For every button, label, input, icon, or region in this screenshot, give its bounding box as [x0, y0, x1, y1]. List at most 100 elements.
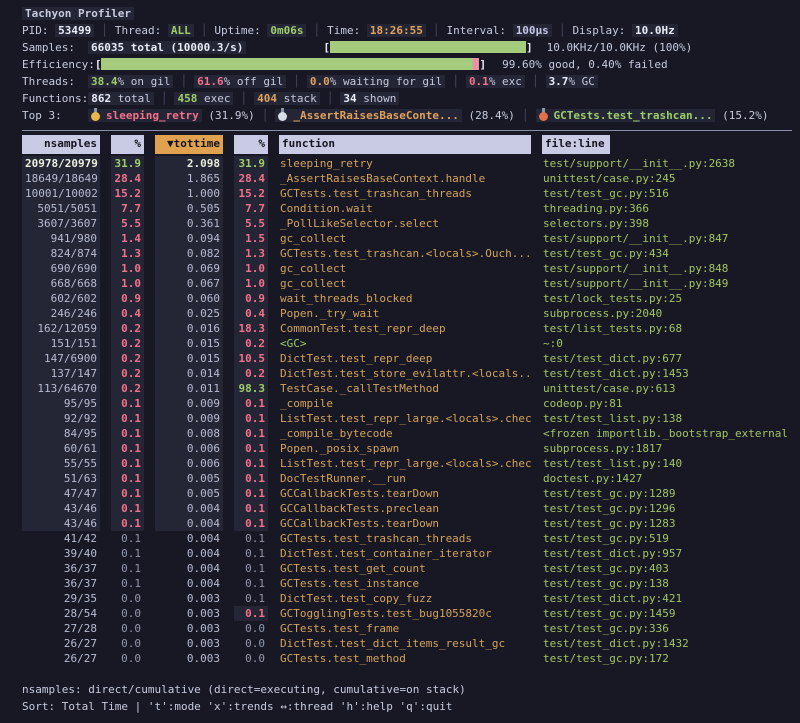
cell-direct-percent: 0.2 — [111, 381, 144, 396]
cell-cumulative-percent: 0.1 — [234, 486, 268, 501]
efficiency-bar — [101, 58, 479, 70]
cell-direct-percent: 5.5 — [111, 216, 144, 231]
cell-file-line: test/test_list.py:140 — [542, 456, 800, 471]
table-row[interactable]: 162/120590.20.01618.3CommonTest.test_rep… — [0, 321, 800, 336]
table-row[interactable]: 941/9801.40.0941.5gc_collecttest/support… — [0, 231, 800, 246]
table-row[interactable]: 113/646700.20.01198.3TestCase._callTestM… — [0, 381, 800, 396]
stat-item: 0.0% waiting for gil — [307, 75, 445, 88]
cell-file-line: test/test_gc.py:434 — [542, 246, 800, 261]
footer-keybindings: Sort: Total Time | 't':mode 'x':trends ↔… — [0, 698, 800, 715]
table-row[interactable]: 95/950.10.0090.1_compilecodeop.py:81 — [0, 396, 800, 411]
cell-file-line: unittest/case.py:245 — [542, 171, 800, 186]
table-row[interactable]: 151/1510.20.0150.2<GC>~:0 — [0, 336, 800, 351]
cell-file-line: <frozen importlib._bootstrap_external — [542, 426, 800, 441]
cell-direct-percent: 0.1 — [111, 456, 144, 471]
cell-file-line: test/test_list.py:138 — [542, 411, 800, 426]
table-row[interactable]: 26/270.00.0030.0GCTests.test_methodtest/… — [0, 651, 800, 666]
table-row[interactable]: 5051/50517.70.5057.7Condition.waitthread… — [0, 201, 800, 216]
table-row[interactable]: 602/6020.90.0600.9wait_threads_blockedte… — [0, 291, 800, 306]
samples-bar-close: ] — [526, 41, 533, 54]
top3-percent: (31.9%) — [202, 109, 255, 122]
cell-function: gc_collect — [279, 276, 531, 291]
table-row[interactable]: 18649/1864928.41.86528.4_AssertRaisesBas… — [0, 171, 800, 186]
cell-nsamples: 162/12059 — [22, 321, 100, 336]
cell-cumulative-percent: 15.2 — [234, 186, 268, 201]
samples-label: Samples: — [22, 39, 88, 56]
cell-direct-percent: 7.7 — [111, 201, 144, 216]
cell-tottime: 0.067 — [155, 276, 223, 291]
column-header-function[interactable]: function — [279, 135, 531, 154]
cell-file-line: test/support/__init__.py:848 — [542, 261, 800, 276]
status-item: Display: 10.0Hz — [572, 24, 677, 37]
table-row[interactable]: 92/920.10.0090.1ListTest.test_repr_large… — [0, 411, 800, 426]
stat-item: 3.7% GC — [546, 75, 598, 88]
cell-function: _compile — [279, 396, 531, 411]
table-row[interactable]: 26/270.00.0030.0DictTest.test_dict_items… — [0, 636, 800, 651]
table-row[interactable]: 147/69000.20.01510.5DictTest.test_repr_d… — [0, 351, 800, 366]
cell-function: wait_threads_blocked — [279, 291, 531, 306]
table-row[interactable]: 43/460.10.0040.1GCCallbackTests.tearDown… — [0, 516, 800, 531]
samples-bar-fill — [330, 41, 526, 53]
cell-file-line: test/test_gc.py:336 — [542, 621, 800, 636]
cell-tottime: 0.004 — [155, 561, 223, 576]
column-header-tottime[interactable]: ▼tottime — [155, 135, 223, 154]
table-row[interactable]: 28/540.00.0030.1GCTogglingTests.test_bug… — [0, 606, 800, 621]
column-header-fileline[interactable]: file:line — [542, 135, 610, 154]
table-row[interactable]: 27/280.00.0030.0GCTests.test_frametest/t… — [0, 621, 800, 636]
table-row[interactable]: 60/610.10.0060.1Popen._posix_spawnsubpro… — [0, 441, 800, 456]
separator-icon: │ — [522, 109, 529, 122]
cell-nsamples: 36/37 — [22, 576, 100, 591]
cell-cumulative-percent: 98.3 — [234, 381, 268, 396]
cell-cumulative-percent: 1.5 — [234, 231, 268, 246]
cell-direct-percent: 0.1 — [111, 471, 144, 486]
column-header-[interactable]: % — [111, 135, 144, 154]
table-row[interactable]: 3607/36075.50.3615.5_PollLikeSelector.se… — [0, 216, 800, 231]
cell-direct-percent: 0.1 — [111, 486, 144, 501]
cell-tottime: 0.004 — [155, 501, 223, 516]
cell-nsamples: 41/42 — [22, 531, 100, 546]
table-row[interactable]: 47/470.10.0050.1GCCallbackTests.tearDown… — [0, 486, 800, 501]
separator-icon: │ — [201, 24, 208, 37]
separator-icon: │ — [101, 24, 108, 37]
table-row[interactable]: 20978/2097931.92.09831.9sleeping_retryte… — [0, 156, 800, 171]
separator-icon: │ — [532, 75, 539, 88]
column-header-[interactable]: % — [234, 135, 268, 154]
table-row[interactable]: 36/370.10.0040.1GCTests.test_get_countte… — [0, 561, 800, 576]
cell-function: ListTest.test_repr_large.<locals>.check — [279, 456, 531, 471]
table-row[interactable]: 29/350.00.0030.1DictTest.test_copy_fuzzt… — [0, 591, 800, 606]
table-row[interactable]: 55/550.10.0060.1ListTest.test_repr_large… — [0, 456, 800, 471]
cell-direct-percent: 0.0 — [111, 591, 144, 606]
cell-tottime: 0.361 — [155, 216, 223, 231]
cell-cumulative-percent: 0.1 — [234, 411, 268, 426]
top3-line: Top 3:sleeping_retry (31.9%)│_AssertRais… — [0, 107, 800, 124]
table-row[interactable]: 824/8741.30.0821.3GCTests.test_trashcan.… — [0, 246, 800, 261]
column-header-nsamples[interactable]: nsamples — [22, 135, 100, 154]
table-row[interactable]: 43/460.10.0040.1GCCallbackTests.preclean… — [0, 501, 800, 516]
table-row[interactable]: 246/2460.40.0250.4Popen._try_waitsubproc… — [0, 306, 800, 321]
stat-suffix: total — [111, 92, 151, 105]
silver-medal-icon — [278, 108, 287, 121]
table-row[interactable]: 84/950.10.0080.1_compile_bytecode<frozen… — [0, 426, 800, 441]
top3-function-name: sleeping_retry — [106, 109, 199, 122]
cell-tottime: 0.006 — [155, 441, 223, 456]
table-row[interactable]: 51/630.10.0050.1DocTestRunner.__rundocte… — [0, 471, 800, 486]
table-row[interactable]: 39/400.10.0040.1DictTest.test_container_… — [0, 546, 800, 561]
table-row[interactable]: 36/370.10.0040.1GCTests.test_instancetes… — [0, 576, 800, 591]
cell-direct-percent: 0.2 — [111, 321, 144, 336]
cell-tottime: 0.004 — [155, 531, 223, 546]
cell-file-line: test/support/__init__.py:849 — [542, 276, 800, 291]
table-row[interactable]: 668/6681.00.0671.0gc_collecttest/support… — [0, 276, 800, 291]
separator-icon: │ — [327, 92, 334, 105]
cell-function: GCTests.test_instance — [279, 576, 531, 591]
samples-rate: 10.0KHz/10.0KHz (100%) — [547, 41, 693, 54]
cell-cumulative-percent: 10.5 — [234, 351, 268, 366]
table-row[interactable]: 41/420.10.0040.1GCTests.test_trashcan_th… — [0, 531, 800, 546]
status-item-value: 10.0Hz — [632, 24, 678, 37]
table-row[interactable]: 137/1470.20.0140.2DictTest.test_store_ev… — [0, 366, 800, 381]
cell-nsamples: 147/6900 — [22, 351, 100, 366]
table-row[interactable]: 690/6901.00.0691.0gc_collecttest/support… — [0, 261, 800, 276]
cell-cumulative-percent: 1.0 — [234, 276, 268, 291]
stat-item: 862 total — [88, 92, 154, 105]
cell-nsamples: 941/980 — [22, 231, 100, 246]
table-row[interactable]: 10001/1000215.21.00015.2GCTests.test_tra… — [0, 186, 800, 201]
